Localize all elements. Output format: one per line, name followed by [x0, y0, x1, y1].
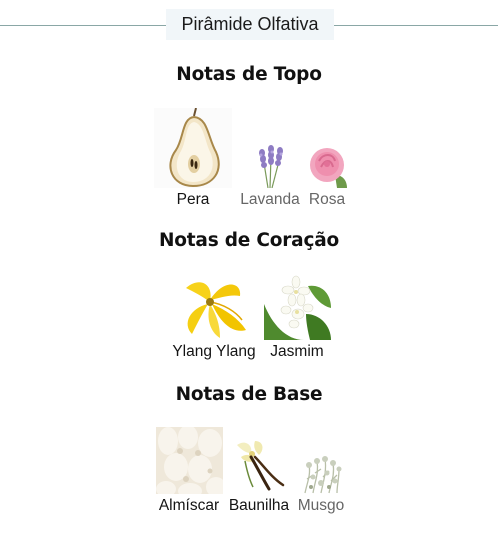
page-title: Pirâmide Olfativa [166, 9, 334, 40]
note-musk: Almíscar [153, 427, 225, 515]
note-label: Baunilha [228, 497, 290, 514]
note-label: Musgo [297, 497, 345, 514]
note-vanilla: Baunilha [226, 439, 292, 515]
vanilla-icon [231, 439, 287, 494]
note-label: Rosa [308, 191, 346, 208]
note-label: Ylang Ylang [172, 343, 256, 360]
jasmine-icon [263, 274, 331, 340]
rose-icon [307, 145, 347, 188]
ylang-ylang-icon [180, 274, 248, 340]
note-pear: Pera [153, 108, 233, 209]
note-rose: Rosa [306, 145, 348, 209]
note-label: Pera [176, 191, 210, 208]
moss-icon [300, 453, 342, 494]
note-label: Lavanda [240, 191, 300, 208]
pear-icon [154, 108, 232, 188]
olfactory-pyramid: Pirâmide Olfativa Notas de Topo Pera Lav… [0, 0, 498, 542]
note-ylang-ylang: Ylang Ylang [168, 274, 260, 361]
note-moss: Musgo [296, 453, 346, 515]
section-title-heart-notes: Notas de Coração [158, 230, 340, 251]
musk-icon [155, 427, 223, 494]
note-label: Almíscar [158, 497, 220, 514]
lavender-icon [250, 145, 290, 188]
note-jasmine: Jasmim [262, 274, 332, 361]
section-title-base-notes: Notas de Base [175, 384, 323, 405]
note-label: Jasmim [270, 343, 324, 360]
note-lavender: Lavanda [236, 145, 304, 209]
section-title-top-notes: Notas de Topo [176, 64, 322, 85]
